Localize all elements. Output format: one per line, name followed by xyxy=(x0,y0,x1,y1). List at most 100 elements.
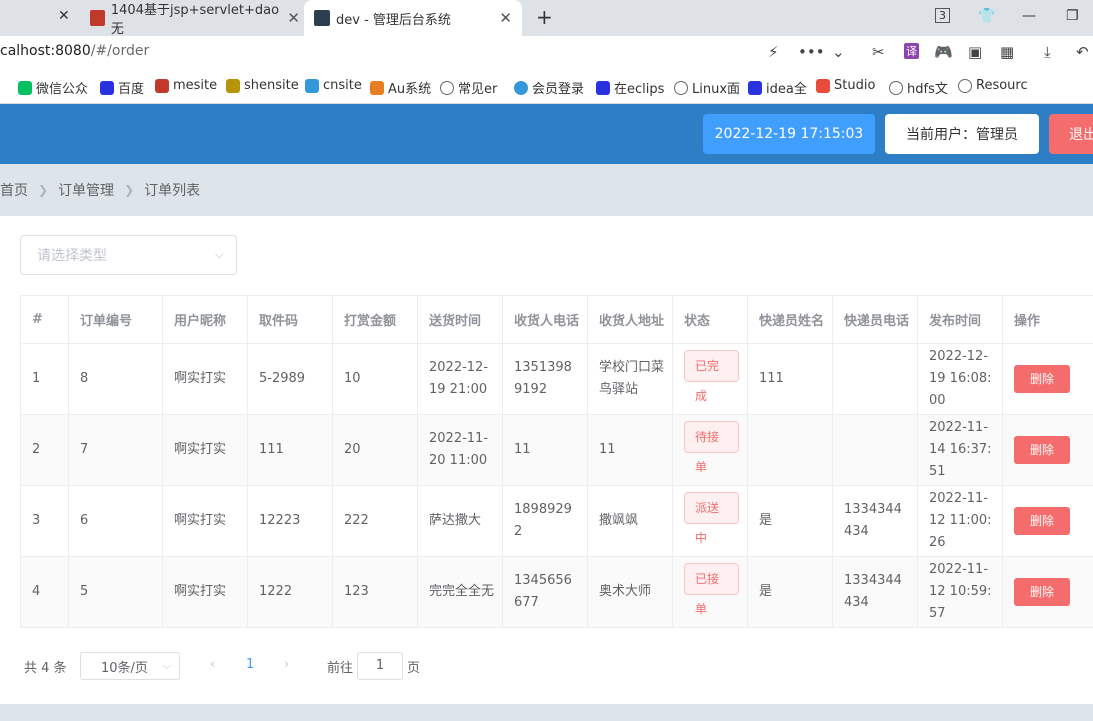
cell-nickname: 啊实打实 xyxy=(162,343,248,415)
bookmark-item[interactable]: 在eclips xyxy=(596,78,664,97)
url-field[interactable]: calhost:8080/#/order xyxy=(0,43,149,59)
cell-status: 待接单 xyxy=(672,414,748,486)
page-number-current[interactable]: 1 xyxy=(246,657,254,672)
translate-icon[interactable]: 译 xyxy=(904,43,919,59)
cell-courier: 是 xyxy=(747,556,833,628)
delete-button[interactable]: 删除 xyxy=(1014,507,1070,535)
tab-title: 1404基于jsp+servlet+dao无 xyxy=(110,3,280,37)
delete-button[interactable]: 删除 xyxy=(1014,365,1070,393)
page-size-select[interactable]: 10条/页 ⌵ xyxy=(80,652,180,680)
table-row: 2 7 啊实打实 111 20 2022-11-20 11:00 11 11 待… xyxy=(20,414,1093,486)
table-row: 4 5 啊实打实 1222 123 完完全全无 1345656677 奥术大师 … xyxy=(20,556,1093,628)
bookmark-item[interactable]: Resourc xyxy=(958,78,1028,93)
next-page-icon[interactable]: › xyxy=(284,657,289,672)
cell-action: 删除 xyxy=(1002,414,1093,486)
cell-code: 111 xyxy=(247,414,333,486)
column-header: 打赏金额 xyxy=(332,295,418,344)
cell-publish-time: 2022-12-19 16:08:00 xyxy=(917,343,1003,415)
delete-button[interactable]: 删除 xyxy=(1014,578,1070,606)
column-header: 收货人电话 xyxy=(502,295,588,344)
cell-reward: 10 xyxy=(332,343,418,415)
bookmark-item[interactable]: 常见er xyxy=(440,78,497,97)
cell-address: 11 xyxy=(587,414,673,486)
globe-icon xyxy=(440,80,454,95)
main-panel: 请选择类型 ⌵ # 订单编号 用户昵称 取件码 打赏金额 送货时间 收货人电话 … xyxy=(0,216,1093,704)
cell-order-no: 5 xyxy=(68,556,163,628)
cell-code: 5-2989 xyxy=(247,343,333,415)
bookmark-item[interactable]: idea全 xyxy=(748,78,807,97)
new-tab-icon[interactable]: + xyxy=(536,5,553,29)
browser-tab-1[interactable]: 1404基于jsp+servlet+dao无 ✕ xyxy=(82,0,300,37)
lightning-icon[interactable]: ⚡ xyxy=(768,43,779,61)
cell-nickname: 啊实打实 xyxy=(162,485,248,557)
cell-order-no: 7 xyxy=(68,414,163,486)
download-icon[interactable]: ⤓ xyxy=(1044,43,1051,61)
cell-delivery-time: 2022-12-19 21:00 xyxy=(417,343,503,415)
close-tab-icon[interactable]: ✕ xyxy=(58,8,70,24)
more-icon[interactable]: ••• xyxy=(798,43,825,61)
bookmark-item[interactable]: Studio xyxy=(816,78,875,93)
close-tab-icon[interactable]: ✕ xyxy=(499,9,512,27)
paw-icon xyxy=(748,80,762,95)
cell-courier-phone xyxy=(832,343,918,415)
site-icon xyxy=(816,78,830,93)
chevron-down-icon[interactable]: ⌄ xyxy=(832,43,845,61)
tab-title: dev - 管理后台系统 xyxy=(336,12,451,28)
bookmark-item[interactable]: 百度 xyxy=(100,78,144,97)
cell-phone: 18989292 xyxy=(502,485,588,557)
column-header: # xyxy=(20,295,69,344)
table-row: 1 8 啊实打实 5-2989 10 2022-12-19 21:00 1351… xyxy=(20,343,1093,415)
cell-phone: 13513989192 xyxy=(502,343,588,415)
cell-courier: 是 xyxy=(747,485,833,557)
order-table: # 订单编号 用户昵称 取件码 打赏金额 送货时间 收货人电话 收货人地址 状态… xyxy=(20,295,1093,628)
maximize-icon[interactable]: ❐ xyxy=(1066,8,1079,24)
goto-input[interactable]: 1 xyxy=(357,652,403,680)
breadcrumb-order-list: 订单列表 xyxy=(144,183,201,199)
browser-tab-2[interactable]: dev - 管理后台系统 ✕ xyxy=(304,0,522,36)
delete-button[interactable]: 删除 xyxy=(1014,436,1070,464)
table-row: 3 6 啊实打实 12223 222 萨达撒大 18989292 撒飒飒 派送中… xyxy=(20,485,1093,557)
cell-index: 4 xyxy=(20,556,69,628)
prev-page-icon[interactable]: ‹ xyxy=(210,657,215,672)
app-header: 2022-12-19 17:15:03 当前用户：管理员 退出 xyxy=(0,104,1093,164)
minimize-icon[interactable]: — xyxy=(1022,8,1036,24)
bookmark-item[interactable]: Linux面 xyxy=(674,78,740,97)
paw-icon xyxy=(100,80,114,95)
logout-button[interactable]: 退出 xyxy=(1049,114,1093,154)
bookmark-item[interactable]: shensite xyxy=(226,78,299,93)
status-badge: 已接单 xyxy=(684,563,739,616)
bookmark-item[interactable]: hdfs文 xyxy=(889,78,948,97)
wechat-icon xyxy=(18,80,32,95)
scissors-icon[interactable]: ✂ xyxy=(872,43,885,61)
cell-phone: 1345656677 xyxy=(502,556,588,628)
globe-icon xyxy=(889,80,903,95)
site-icon xyxy=(155,78,169,93)
bookmark-item[interactable]: 微信公众 xyxy=(18,78,88,97)
shirt-icon[interactable]: 👕 xyxy=(978,8,995,24)
column-header: 送货时间 xyxy=(417,295,503,344)
browser-tab-bar: ✕ 1404基于jsp+servlet+dao无 ✕ dev - 管理后台系统 … xyxy=(0,0,1093,37)
tab-count-icon[interactable]: 3 xyxy=(935,8,950,23)
chevron-down-icon: ⌵ xyxy=(162,659,171,672)
cell-courier-phone: 1334344434 xyxy=(832,556,918,628)
bookmark-item[interactable]: Au系统 xyxy=(370,78,431,97)
type-select[interactable]: 请选择类型 ⌵ xyxy=(20,235,237,275)
bookmark-item[interactable]: mesite xyxy=(155,78,217,93)
extension-icon[interactable]: ▣ xyxy=(968,43,982,61)
gamepad-icon[interactable]: 🎮 xyxy=(934,43,953,61)
close-tab-icon[interactable]: ✕ xyxy=(287,9,300,27)
cell-order-no: 6 xyxy=(68,485,163,557)
page-footer-strip xyxy=(0,704,1093,721)
cell-order-no: 8 xyxy=(68,343,163,415)
breadcrumb-order-management[interactable]: 订单管理 xyxy=(58,180,114,200)
cell-courier-phone xyxy=(832,414,918,486)
table-header-row: # 订单编号 用户昵称 取件码 打赏金额 送货时间 收货人电话 收货人地址 状态… xyxy=(20,295,1093,344)
cell-index: 3 xyxy=(20,485,69,557)
cell-code: 12223 xyxy=(247,485,333,557)
breadcrumb-home[interactable]: 首页 xyxy=(0,180,28,200)
apps-grid-icon[interactable]: ▦ xyxy=(1000,43,1014,61)
bookmarks-bar: 微信公众 百度 mesite shensite cnsite Au系统 常见er… xyxy=(0,68,1093,104)
undo-icon[interactable]: ↶ xyxy=(1076,43,1089,61)
bookmark-item[interactable]: 会员登录 xyxy=(514,78,584,97)
bookmark-item[interactable]: cnsite xyxy=(305,78,362,93)
